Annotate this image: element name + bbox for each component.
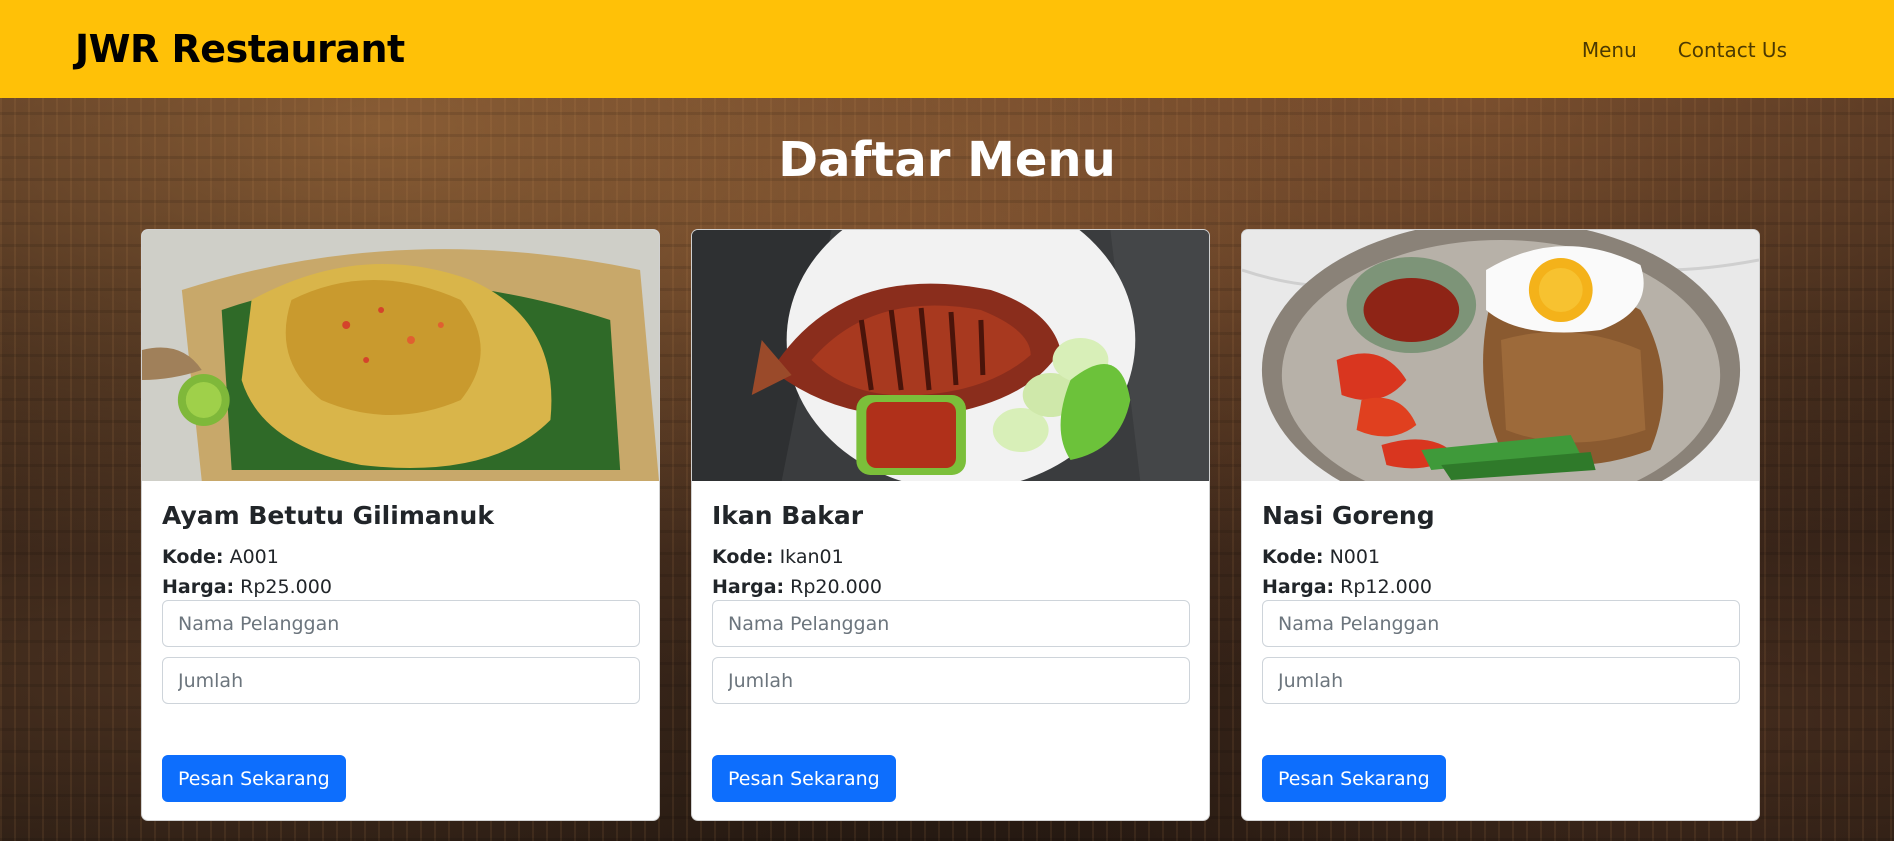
- menu-item-name: Nasi Goreng: [1262, 501, 1435, 530]
- quantity-input[interactable]: [162, 657, 640, 704]
- menu-item-code: Kode: N001: [1262, 542, 1740, 572]
- menu-item-price: Harga: Rp20.000: [712, 572, 1190, 602]
- menu-card: Ayam Betutu Gilimanuk Kode: A001 Harga: …: [141, 229, 660, 821]
- nav-link-menu[interactable]: Menu: [1582, 36, 1637, 64]
- menu-item-name: Ikan Bakar: [712, 501, 864, 530]
- order-now-button[interactable]: Pesan Sekarang: [712, 755, 896, 802]
- nav-links: Menu Contact Us: [1582, 36, 1787, 64]
- card-body: Ayam Betutu Gilimanuk Kode: A001 Harga: …: [162, 499, 640, 602]
- menu-item-price: Harga: Rp12.000: [1262, 572, 1740, 602]
- code-value: A001: [229, 546, 279, 568]
- order-now-button[interactable]: Pesan Sekarang: [1262, 755, 1446, 802]
- menu-card-list: Ayam Betutu Gilimanuk Kode: A001 Harga: …: [141, 229, 1760, 821]
- menu-item-code: Kode: Ikan01: [712, 542, 1190, 572]
- order-now-button[interactable]: Pesan Sekarang: [162, 755, 346, 802]
- nav-link-contact-us[interactable]: Contact Us: [1678, 36, 1787, 64]
- menu-item-name: Ayam Betutu Gilimanuk: [162, 501, 494, 530]
- card-body: Ikan Bakar Kode: Ikan01 Harga: Rp20.000: [712, 499, 1190, 602]
- grilled-chicken-on-banana-leaf-image: [142, 230, 659, 481]
- customer-name-input[interactable]: [712, 600, 1190, 647]
- menu-item-price: Harga: Rp25.000: [162, 572, 640, 602]
- navbar: JWR Restaurant Menu Contact Us: [0, 0, 1894, 98]
- page-title: Daftar Menu: [778, 132, 1116, 188]
- price-value: Rp12.000: [1340, 576, 1432, 598]
- customer-name-input[interactable]: [1262, 600, 1740, 647]
- code-value: N001: [1329, 546, 1381, 568]
- grilled-fish-plate-image: [692, 230, 1209, 481]
- code-label: Kode:: [712, 546, 774, 568]
- fried-rice-with-egg-image: [1242, 230, 1759, 481]
- price-value: Rp25.000: [240, 576, 332, 598]
- quantity-input[interactable]: [712, 657, 1190, 704]
- price-value: Rp20.000: [790, 576, 882, 598]
- price-label: Harga:: [712, 576, 785, 598]
- menu-card: Ikan Bakar Kode: Ikan01 Harga: Rp20.000 …: [691, 229, 1210, 821]
- price-label: Harga:: [162, 576, 235, 598]
- menu-item-code: Kode: A001: [162, 542, 640, 572]
- brand-logo[interactable]: JWR Restaurant: [75, 26, 405, 72]
- customer-name-input[interactable]: [162, 600, 640, 647]
- code-value: Ikan01: [779, 546, 844, 568]
- card-body: Nasi Goreng Kode: N001 Harga: Rp12.000: [1262, 499, 1740, 602]
- menu-card: Nasi Goreng Kode: N001 Harga: Rp12.000 P…: [1241, 229, 1760, 821]
- price-label: Harga:: [1262, 576, 1335, 598]
- quantity-input[interactable]: [1262, 657, 1740, 704]
- code-label: Kode:: [162, 546, 224, 568]
- code-label: Kode:: [1262, 546, 1324, 568]
